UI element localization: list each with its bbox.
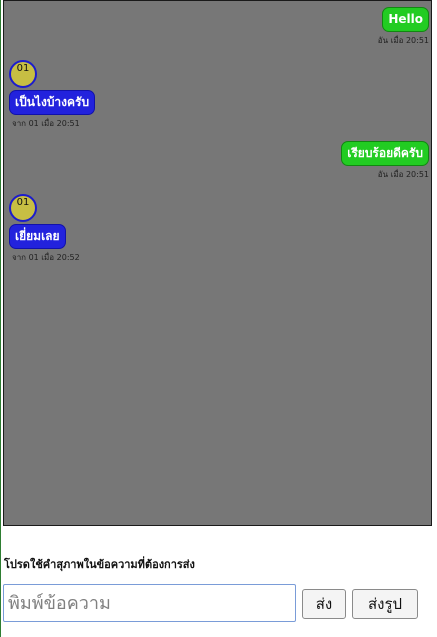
message-meta: อัน เมื่อ 20:51 (377, 36, 429, 45)
message-outgoing: Hello อัน เมื่อ 20:51 (378, 7, 429, 47)
message-bubble: เป็นไงบ้างครับ (9, 90, 96, 115)
send-image-button[interactable]: ส่งรูป (352, 589, 418, 619)
message-bubble: Hello (382, 7, 429, 32)
message-incoming: 01 เป็นไงบ้างครับ จาก 01 เมื่อ 20:51 (9, 60, 96, 130)
message-bubble: เรียบร้อยดีครับ (341, 141, 429, 166)
avatar: 01 (9, 194, 37, 222)
chat-messages-panel[interactable]: Hello อัน เมื่อ 20:51 01 เป็นไงบ้างครับ … (3, 0, 432, 526)
avatar-label: 01 (16, 197, 30, 208)
avatar: 01 (9, 60, 37, 88)
message-incoming: 01 เยี่ยมเลย จาก 01 เมื่อ 20:52 (9, 194, 80, 264)
message-outgoing: เรียบร้อยดีครับ อัน เมื่อ 20:51 (341, 141, 429, 181)
message-meta: จาก 01 เมื่อ 20:52 (12, 253, 80, 262)
avatar-label: 01 (16, 63, 30, 74)
send-button[interactable]: ส่ง (302, 589, 346, 619)
message-meta: อัน เมื่อ 20:51 (377, 170, 429, 179)
page-left-border (0, 0, 1, 637)
message-meta: จาก 01 เมื่อ 20:51 (12, 119, 80, 128)
message-input[interactable] (3, 584, 296, 622)
message-bubble: เยี่ยมเลย (9, 224, 66, 249)
polite-language-notice: โปรดใช้คำสุภาพในข้อความที่ต้องการส่ง (4, 558, 195, 571)
